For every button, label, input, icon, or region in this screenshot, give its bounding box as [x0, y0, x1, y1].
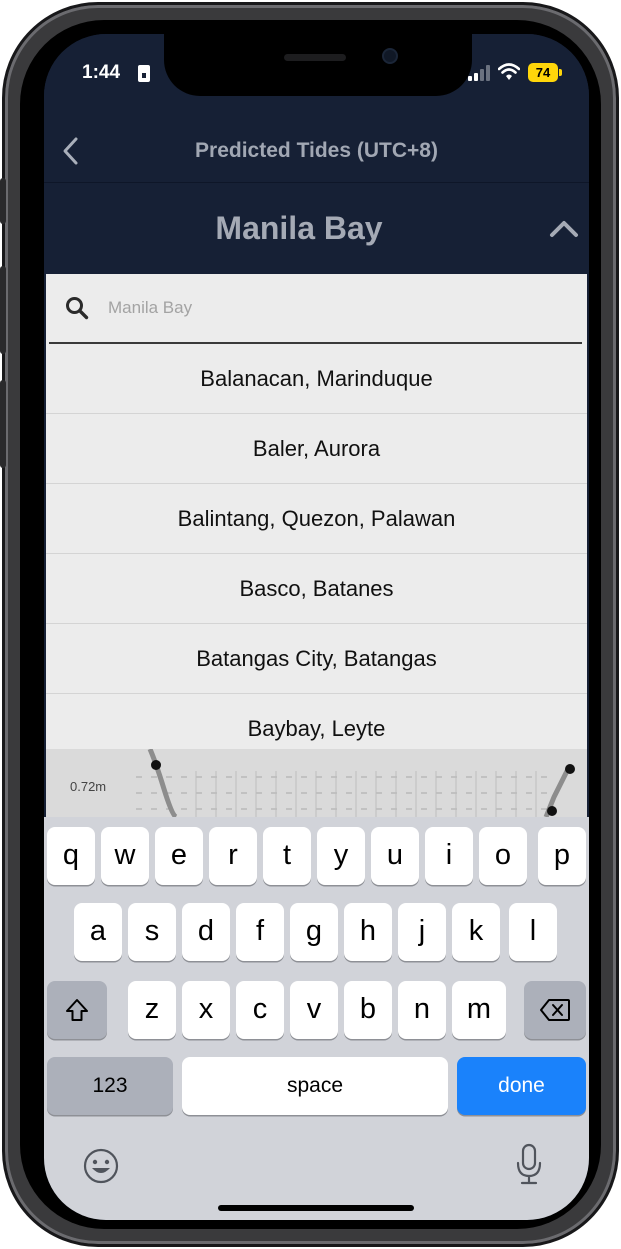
key-v[interactable]: v	[290, 981, 338, 1039]
key-a[interactable]: a	[74, 903, 122, 961]
key-y[interactable]: y	[317, 827, 365, 885]
key-h[interactable]: h	[344, 903, 392, 961]
search-bar	[46, 274, 587, 344]
search-icon	[66, 297, 89, 320]
key-i[interactable]: i	[425, 827, 473, 885]
key-m[interactable]: m	[452, 981, 506, 1039]
location-item[interactable]: Balintang, Quezon, Palawan	[46, 484, 587, 554]
keyboard: q w e r t y u i o p a s d f g h j k l z …	[44, 817, 589, 1220]
screen: 1:44 74 Predicted Tides (UTC+8) Manila B…	[44, 34, 589, 1220]
location-selector[interactable]: Manila Bay	[44, 183, 589, 274]
tide-point	[565, 764, 575, 774]
delete-key[interactable]	[524, 981, 586, 1039]
microphone-icon[interactable]	[514, 1143, 544, 1187]
key-c[interactable]: c	[236, 981, 284, 1039]
key-k[interactable]: k	[452, 903, 500, 961]
search-input[interactable]	[108, 292, 568, 324]
tide-chart-grid	[136, 749, 575, 817]
phone-side-button	[0, 380, 6, 468]
cellular-signal-icon	[468, 65, 492, 81]
battery-icon: 74	[528, 63, 558, 82]
key-o[interactable]: o	[479, 827, 527, 885]
tide-chart-peek: 0.72m	[46, 749, 587, 817]
tide-point	[547, 806, 557, 816]
chevron-left-icon[interactable]	[58, 135, 84, 167]
location-dropdown: Balanacan, Marinduque Baler, Aurora Bali…	[46, 274, 587, 764]
key-s[interactable]: s	[128, 903, 176, 961]
key-r[interactable]: r	[209, 827, 257, 885]
key-u[interactable]: u	[371, 827, 419, 885]
notch	[164, 34, 472, 96]
numbers-key[interactable]: 123	[47, 1057, 173, 1115]
key-j[interactable]: j	[398, 903, 446, 961]
key-b[interactable]: b	[344, 981, 392, 1039]
location-title: Manila Bay	[215, 210, 383, 246]
key-n[interactable]: n	[398, 981, 446, 1039]
key-l[interactable]: l	[509, 903, 557, 961]
phone-side-button	[0, 178, 6, 224]
nav-bar: Predicted Tides (UTC+8)	[44, 120, 589, 182]
location-item[interactable]: Basco, Batanes	[46, 554, 587, 624]
tide-point	[151, 760, 161, 770]
key-g[interactable]: g	[290, 903, 338, 961]
phone-side-button	[0, 266, 6, 354]
location-item[interactable]: Batangas City, Batangas	[46, 624, 587, 694]
emoji-icon[interactable]	[82, 1147, 120, 1185]
shift-icon	[66, 999, 88, 1021]
sim-card-icon	[138, 65, 150, 82]
location-item[interactable]: Balanacan, Marinduque	[46, 344, 587, 414]
key-t[interactable]: t	[263, 827, 311, 885]
location-item[interactable]: Baler, Aurora	[46, 414, 587, 484]
key-d[interactable]: d	[182, 903, 230, 961]
key-f[interactable]: f	[236, 903, 284, 961]
home-indicator	[218, 1205, 414, 1211]
page-title: Predicted Tides (UTC+8)	[195, 139, 438, 162]
space-key[interactable]: space	[182, 1057, 448, 1115]
status-time: 1:44	[82, 62, 121, 83]
front-camera	[382, 48, 398, 64]
key-x[interactable]: x	[182, 981, 230, 1039]
tide-curve-left	[147, 749, 178, 817]
key-z[interactable]: z	[128, 981, 176, 1039]
shift-key[interactable]	[47, 981, 107, 1039]
wifi-icon	[498, 63, 520, 80]
done-key[interactable]: done	[457, 1057, 586, 1115]
key-e[interactable]: e	[155, 827, 203, 885]
tide-height-label: 0.72m	[70, 779, 107, 794]
chevron-up-icon[interactable]	[548, 217, 580, 239]
battery-cap	[559, 69, 562, 76]
key-q[interactable]: q	[47, 827, 95, 885]
key-w[interactable]: w	[101, 827, 149, 885]
speaker-grille	[284, 54, 346, 61]
delete-icon	[540, 999, 570, 1021]
key-p[interactable]: p	[538, 827, 586, 885]
